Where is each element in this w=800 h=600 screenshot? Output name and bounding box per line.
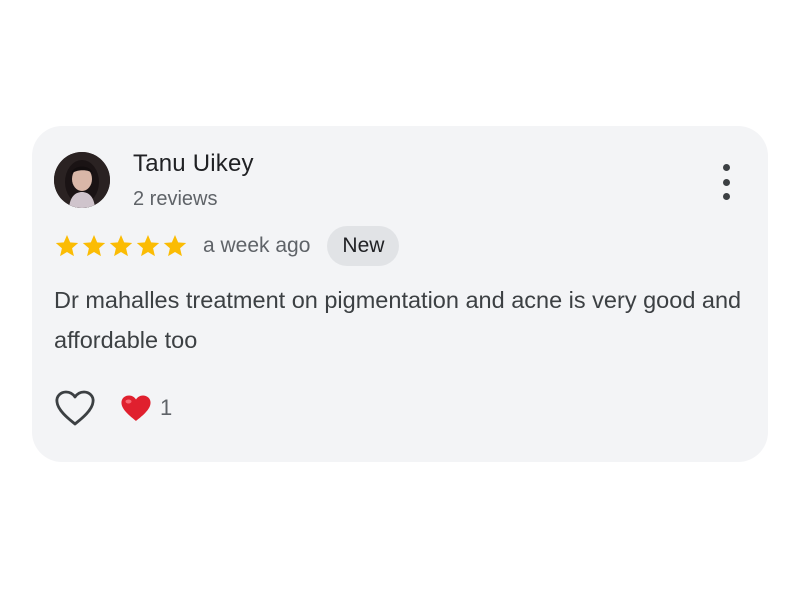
heart-outline-icon [55,390,95,426]
rating-row: a week ago New [54,226,400,266]
star-icon [163,234,187,257]
reviewer-review-count: 2 reviews [133,188,218,210]
reaction-count: 1 [160,395,173,420]
star-icon [136,234,160,257]
new-badge: New [327,226,400,266]
more-options-button[interactable] [714,162,738,202]
reviewer-avatar[interactable] [54,152,110,208]
star-rating [54,233,188,259]
star-icon [109,234,133,257]
review-actions: 1 [54,388,172,428]
avatar-photo [54,152,110,208]
review-text: Dr mahalles treatment on pigmentation an… [54,287,742,353]
reaction-summary[interactable]: 1 [120,394,172,422]
like-button[interactable] [54,388,96,428]
review-time: a week ago [203,234,311,257]
more-vert-icon-dot [722,178,730,186]
red-heart-icon [121,395,151,421]
star-icon [82,234,106,257]
more-vert-icon-dot [722,164,730,171]
star-icon [55,234,79,257]
reviewer-name[interactable]: Tanu Uikey [133,150,254,178]
more-vert-icon-dot [722,193,730,200]
review-card: Tanu Uikey 2 reviews a week ago New Dr m… [32,126,768,462]
